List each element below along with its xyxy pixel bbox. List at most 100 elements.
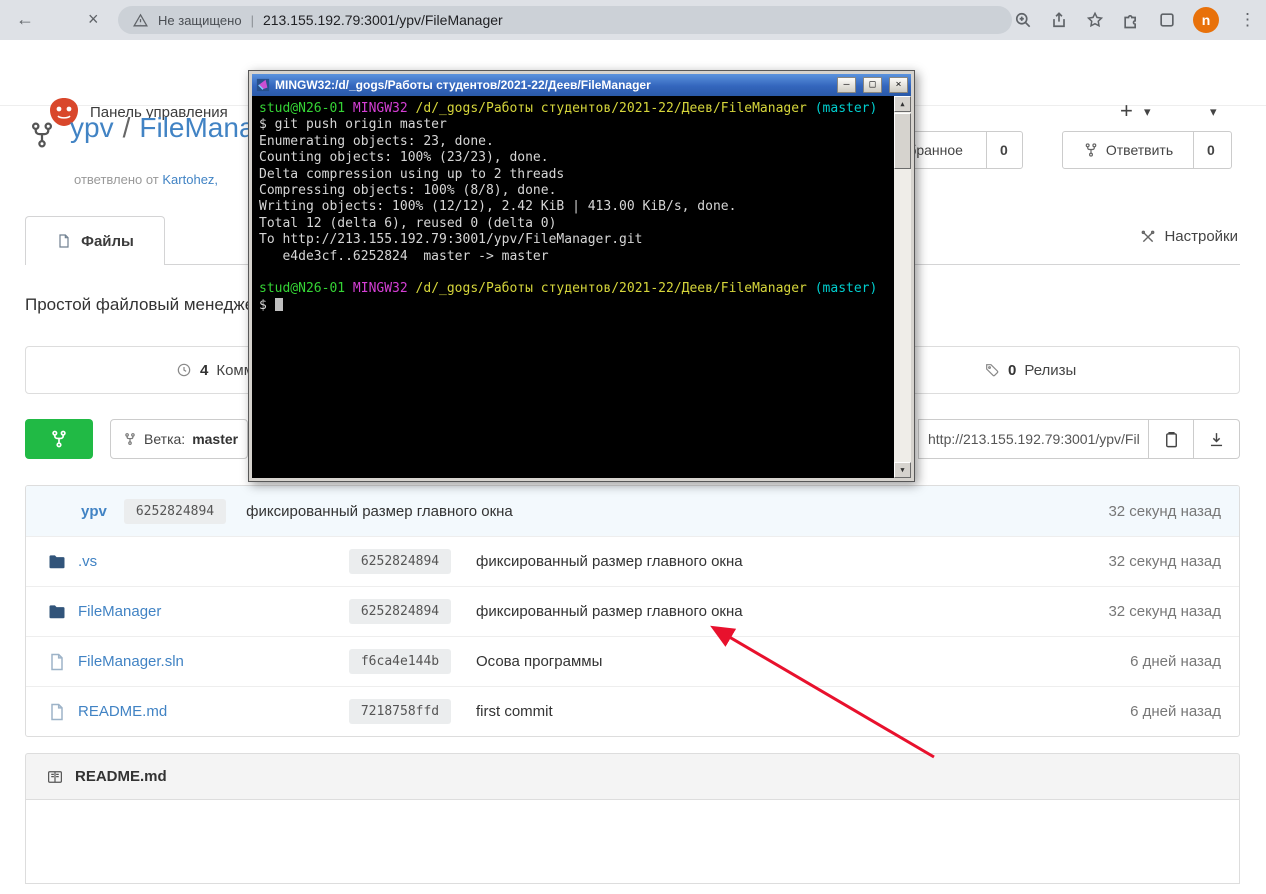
compare-branches-button[interactable]	[25, 419, 93, 459]
table-row: FileManager.sln f6ca4e144b Осова програм…	[26, 636, 1239, 686]
tab-files-label: Файлы	[81, 233, 134, 250]
clone-url-group	[918, 419, 1240, 459]
tools-icon	[1140, 229, 1156, 245]
fork-button[interactable]: Ответвить	[1063, 132, 1193, 168]
browser-toolbar: ← × Не защищено | 213.155.192.79:3001/yp…	[0, 0, 1266, 40]
terminal-output-line: To http://213.155.192.79:3001/ypv/FileMa…	[259, 232, 887, 248]
new-menu-caret-icon[interactable]: ▾	[1144, 104, 1151, 120]
maximize-button[interactable]: □	[863, 77, 882, 93]
terminal-output-line: Enumerating objects: 23, done.	[259, 134, 887, 150]
book-icon	[46, 768, 64, 786]
page-url[interactable]: 213.155.192.79:3001/ypv/FileManager	[263, 12, 503, 28]
share-icon[interactable]	[1049, 10, 1069, 30]
commit-message[interactable]: фиксированный размер главного окна	[476, 553, 743, 570]
releases-label: Релизы	[1024, 362, 1076, 379]
user-menu-caret-icon[interactable]: ▾	[1210, 104, 1217, 120]
repo-forked-icon	[27, 120, 57, 150]
commit-time: 6 дней назад	[1130, 653, 1221, 670]
repo-description: Простой файловый менеджер	[25, 295, 264, 315]
security-label[interactable]: Не защищено	[158, 13, 242, 28]
scrollbar-thumb[interactable]	[894, 113, 911, 169]
readme-panel: README.md	[25, 753, 1240, 884]
commit-hash-badge[interactable]: 6252824894	[124, 499, 226, 524]
zoom-icon[interactable]	[1013, 10, 1033, 30]
repo-owner-link[interactable]: ypv	[70, 112, 114, 144]
forked-from-link[interactable]: Kartohez,	[162, 172, 218, 187]
terminal-output-line: Delta compression using up to 2 threads	[259, 167, 887, 183]
entry-name-link[interactable]: .vs	[78, 553, 344, 570]
terminal-prompt-line: stud@N26-01 MINGW32 /d/_gogs/Работы студ…	[259, 281, 887, 297]
fork-count[interactable]: 0	[1193, 132, 1228, 168]
branch-selector[interactable]: Ветка: master	[110, 419, 248, 459]
fork-icon	[1083, 142, 1099, 158]
readme-title: README.md	[75, 768, 167, 785]
repo-title-separator: /	[123, 112, 131, 144]
commit-message[interactable]: Осова программы	[476, 653, 602, 670]
commits-count: 4	[200, 362, 208, 379]
entry-name-link[interactable]: FileManager.sln	[78, 653, 344, 670]
entry-name-link[interactable]: README.md	[78, 703, 344, 720]
scroll-down-button[interactable]: ▼	[894, 462, 911, 478]
forked-from-note: ответвлено от Kartohez,	[74, 172, 218, 187]
side-panel-icon[interactable]	[1157, 10, 1177, 30]
latest-commit-row: ypv 6252824894 фиксированный размер глав…	[26, 486, 1239, 536]
stat-releases[interactable]: 0 Релизы	[984, 347, 1076, 393]
commit-message[interactable]: фиксированный размер главного окна	[476, 603, 743, 620]
commit-message[interactable]: first commit	[476, 703, 553, 720]
terminal-output-line: e4de3cf..6252824 master -> master	[259, 249, 887, 265]
terminal-output-area[interactable]: stud@N26-01 MINGW32 /d/_gogs/Работы студ…	[252, 96, 911, 478]
terminal-titlebar[interactable]: MINGW32:/d/_gogs/Работы студентов/2021-2…	[252, 74, 911, 96]
table-row: README.md 7218758ffd first commit 6 дней…	[26, 686, 1239, 736]
file-icon	[46, 702, 68, 722]
terminal-output-line: Total 12 (delta 6), reused 0 (delta 0)	[259, 216, 887, 232]
terminal-scrollbar[interactable]: ▲ ▼	[894, 96, 911, 478]
branch-label: Ветка:	[144, 431, 185, 447]
copy-url-button[interactable]	[1148, 419, 1194, 459]
scroll-up-button[interactable]: ▲	[894, 96, 911, 112]
folder-icon	[46, 602, 68, 622]
stop-loading-button[interactable]: ×	[88, 9, 99, 30]
readme-content	[25, 800, 1240, 884]
bookmark-star-icon[interactable]	[1085, 10, 1105, 30]
terminal-input-line[interactable]: $	[259, 298, 887, 314]
terminal-window[interactable]: MINGW32:/d/_gogs/Работы студентов/2021-2…	[248, 70, 915, 482]
extensions-puzzle-icon[interactable]	[1121, 10, 1141, 30]
terminal-title: MINGW32:/d/_gogs/Работы студентов/2021-2…	[275, 78, 830, 92]
minimize-button[interactable]: –	[837, 77, 856, 93]
address-bar[interactable]: Не защищено | 213.155.192.79:3001/ypv/Fi…	[118, 6, 1012, 34]
commit-author-link[interactable]: ypv	[81, 503, 107, 520]
star-count[interactable]: 0	[986, 132, 1021, 168]
new-repo-button[interactable]: +	[1120, 98, 1133, 124]
commit-hash-badge[interactable]: 6252824894	[349, 599, 451, 624]
browser-menu-icon[interactable]: ⋮	[1235, 10, 1260, 30]
commit-time: 6 дней назад	[1130, 703, 1221, 720]
table-row: FileManager 6252824894 фиксированный раз…	[26, 586, 1239, 636]
profile-avatar[interactable]: n	[1193, 7, 1219, 33]
commit-hash-badge[interactable]: f6ca4e144b	[349, 649, 451, 674]
branch-icon	[123, 432, 137, 446]
browser-actions: n ⋮	[1013, 0, 1260, 40]
download-archive-button[interactable]	[1194, 419, 1240, 459]
table-row: .vs 6252824894 фиксированный размер глав…	[26, 536, 1239, 586]
clipboard-icon	[1162, 430, 1181, 449]
tag-icon	[984, 362, 1000, 378]
tab-settings[interactable]: Настройки	[1140, 228, 1238, 245]
branch-icon	[49, 429, 69, 449]
entry-name-link[interactable]: FileManager	[78, 603, 344, 620]
commit-message[interactable]: фиксированный размер главного окна	[246, 503, 513, 520]
branch-name: master	[192, 431, 238, 447]
terminal-output-line: Writing objects: 100% (12/12), 2.42 KiB …	[259, 199, 887, 215]
tab-files[interactable]: Файлы	[25, 216, 165, 265]
close-button[interactable]: ×	[889, 77, 908, 93]
readme-header: README.md	[25, 753, 1240, 800]
clone-url-input[interactable]	[918, 419, 1148, 459]
forked-from-label: ответвлено от	[74, 172, 159, 187]
terminal-prompt-line: stud@N26-01 MINGW32 /d/_gogs/Работы студ…	[259, 101, 887, 117]
terminal-output-line: Compressing objects: 100% (8/8), done.	[259, 183, 887, 199]
tab-settings-label: Настройки	[1164, 228, 1238, 245]
commit-hash-badge[interactable]: 6252824894	[349, 549, 451, 574]
back-button[interactable]: ←	[16, 9, 34, 30]
folder-icon	[46, 552, 68, 572]
file-table: ypv 6252824894 фиксированный размер глав…	[25, 485, 1240, 737]
commit-hash-badge[interactable]: 7218758ffd	[349, 699, 451, 724]
